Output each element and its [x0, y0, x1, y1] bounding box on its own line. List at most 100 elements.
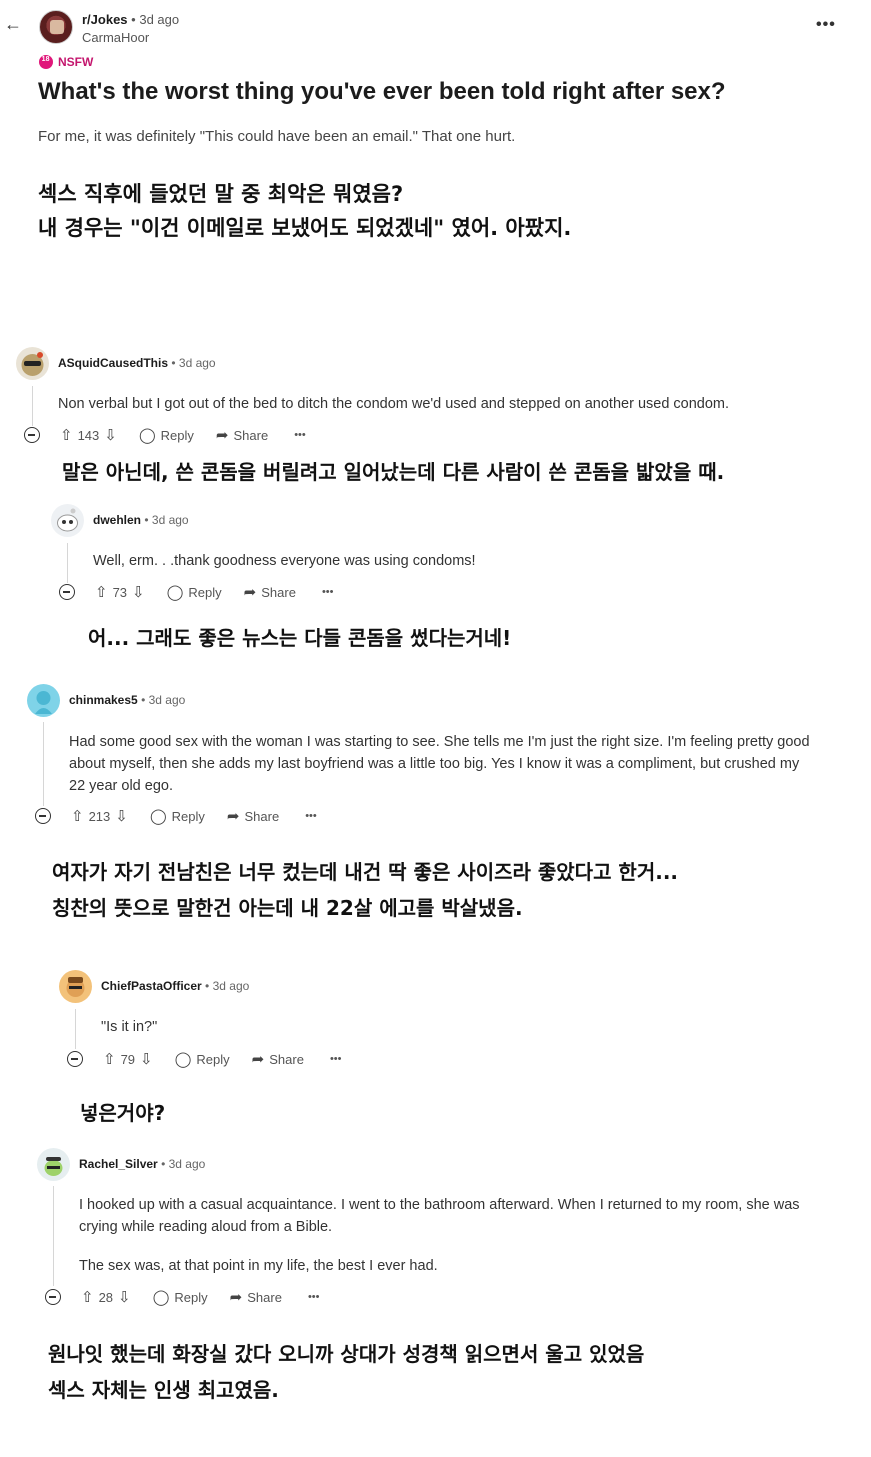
share-icon: ➦ [243, 583, 257, 601]
comment-avatar[interactable] [16, 347, 49, 380]
share-label: Share [247, 1289, 282, 1305]
collapse-icon[interactable] [35, 808, 51, 824]
comment-header: chinmakes5 • 3d ago [69, 693, 185, 707]
comment-avatar[interactable] [27, 684, 60, 717]
reply-label: Reply [188, 584, 222, 600]
subreddit-name[interactable]: r/Jokes [82, 12, 128, 27]
reply-icon: ◯ [166, 583, 184, 601]
comment-text: I hooked up with a casual acquaintance. … [79, 1197, 800, 1235]
comment-header: Rachel_Silver • 3d ago [79, 1157, 205, 1171]
nsfw-label: NSFW [58, 55, 94, 69]
thread-line[interactable] [75, 1009, 76, 1049]
comment-actions: ⇧ 73 ⇩ ◯ Reply ➦ Share ••• [59, 584, 334, 600]
reply-button[interactable]: ◯ Reply [139, 428, 194, 443]
upvote-icon[interactable]: ⇧ [71, 809, 84, 824]
vote-count: 73 [112, 584, 128, 600]
nsfw-tag: 18 NSFW [36, 52, 94, 72]
comment-text: "Is it in?" [101, 1019, 158, 1035]
comment-header: ASquidCausedThis • 3d ago [58, 356, 216, 370]
vote-group: ⇧ 28 ⇩ [81, 1290, 131, 1305]
share-button[interactable]: ➦ Share [252, 1052, 304, 1067]
reply-button[interactable]: ◯ Reply [175, 1052, 230, 1067]
share-icon: ➦ [226, 807, 240, 825]
comment-avatar[interactable] [59, 970, 92, 1003]
vote-group: ⇧ 143 ⇩ [60, 428, 117, 443]
upvote-icon[interactable]: ⇧ [103, 1052, 116, 1067]
post-translation-line2: 내 경우는 "이건 이메일로 보냈어도 되었겠네" 였어. 아팠지. [38, 216, 572, 240]
vote-group: ⇧ 213 ⇩ [71, 809, 128, 824]
comment-translation: 넣은거야? [80, 1101, 166, 1125]
share-icon: ➦ [215, 426, 229, 444]
back-arrow-icon[interactable]: ← [4, 14, 26, 38]
comment-actions: ⇧ 213 ⇩ ◯ Reply ➦ Share ••• [35, 808, 317, 824]
downvote-icon[interactable]: ⇩ [132, 585, 145, 600]
comment-avatar[interactable] [51, 504, 84, 537]
comment-text: Well, erm. . .thank goodness everyone wa… [93, 553, 476, 569]
upvote-icon[interactable]: ⇧ [81, 1290, 94, 1305]
downvote-icon[interactable]: ⇩ [115, 809, 128, 824]
comment-more-button[interactable]: ••• [294, 429, 306, 441]
share-button[interactable]: ➦ Share [230, 1290, 282, 1305]
upvote-icon[interactable]: ⇧ [95, 585, 108, 600]
comment-author[interactable]: Rachel_Silver [79, 1157, 158, 1171]
share-label: Share [233, 427, 269, 443]
comment-age: • 3d ago [171, 356, 216, 370]
share-icon: ➦ [229, 1288, 243, 1306]
reply-icon: ◯ [138, 426, 156, 444]
reply-label: Reply [171, 808, 205, 824]
share-icon: ➦ [251, 1050, 265, 1068]
share-button[interactable]: ➦ Share [244, 585, 296, 600]
reply-button[interactable]: ◯ Reply [167, 585, 222, 600]
comment-more-button[interactable]: ••• [330, 1053, 342, 1065]
share-label: Share [244, 808, 280, 824]
comment-translation-line1: 여자가 자기 전남친은 너무 컸는데 내건 딱 좋은 사이즈라 좋았다고 한거.… [52, 860, 679, 884]
comment-author[interactable]: dwehlen [93, 513, 141, 527]
comment-author[interactable]: ChiefPastaOfficer [101, 979, 202, 993]
comment-avatar[interactable] [37, 1148, 70, 1181]
thread-line[interactable] [43, 722, 44, 806]
comment-actions: ⇧ 143 ⇩ ◯ Reply ➦ Share ••• [24, 427, 306, 443]
comment-translation-line2: 섹스 자체는 인생 최고였음. [48, 1378, 279, 1402]
comment-author[interactable]: chinmakes5 [69, 693, 138, 707]
vote-count: 213 [88, 808, 111, 824]
thread-line[interactable] [67, 543, 68, 583]
comment-text: Had some good sex with the woman I was s… [69, 734, 810, 794]
post-body: For me, it was definitely "This could ha… [38, 128, 516, 145]
comment-age: • 3d ago [144, 513, 189, 527]
comment-translation-line1: 원나잇 했는데 화장실 갔다 오니까 상대가 성경책 읽으면서 울고 있었음 [48, 1342, 645, 1366]
reply-icon: ◯ [152, 1288, 170, 1306]
vote-group: ⇧ 79 ⇩ [103, 1052, 153, 1067]
vote-count: 79 [120, 1051, 136, 1067]
share-button[interactable]: ➦ Share [216, 428, 268, 443]
downvote-icon[interactable]: ⇩ [118, 1290, 131, 1305]
comment-header: dwehlen • 3d ago [93, 513, 189, 527]
comment-text-paragraph2: The sex was, at that point in my life, t… [79, 1258, 438, 1274]
downvote-icon[interactable]: ⇩ [104, 428, 117, 443]
reply-button[interactable]: ◯ Reply [150, 809, 205, 824]
post-title: What's the worst thing you've ever been … [38, 78, 726, 105]
comment-translation: 어... 그래도 좋은 뉴스는 다들 콘돔을 썼다는거네! [88, 626, 512, 650]
subreddit-avatar[interactable] [39, 10, 73, 44]
comment-actions: ⇧ 79 ⇩ ◯ Reply ➦ Share ••• [67, 1051, 342, 1067]
comment-author[interactable]: ASquidCausedThis [58, 356, 168, 370]
downvote-icon[interactable]: ⇩ [140, 1052, 153, 1067]
thread-line[interactable] [32, 386, 33, 426]
upvote-icon[interactable]: ⇧ [60, 428, 73, 443]
post-age: • 3d ago [131, 12, 180, 27]
reply-label: Reply [174, 1289, 208, 1305]
thread-line[interactable] [53, 1186, 54, 1286]
reply-button[interactable]: ◯ Reply [153, 1290, 208, 1305]
collapse-icon[interactable] [45, 1289, 61, 1305]
post-author[interactable]: CarmaHoor [82, 30, 149, 45]
comment-more-button[interactable]: ••• [308, 1291, 320, 1303]
comment-translation: 말은 아닌데, 쓴 콘돔을 버릴려고 일어났는데 다른 사람이 쓴 콘돔을 밟았… [62, 460, 725, 484]
vote-count: 143 [77, 427, 100, 443]
comment-translation-line2: 칭찬의 뜻으로 말한건 아는데 내 22살 에고를 박살냈음. [52, 896, 523, 920]
collapse-icon[interactable] [59, 584, 75, 600]
collapse-icon[interactable] [24, 427, 40, 443]
more-options-icon[interactable]: ••• [816, 16, 836, 34]
comment-more-button[interactable]: ••• [322, 586, 334, 598]
comment-more-button[interactable]: ••• [305, 810, 317, 822]
collapse-icon[interactable] [67, 1051, 83, 1067]
share-button[interactable]: ➦ Share [227, 809, 279, 824]
